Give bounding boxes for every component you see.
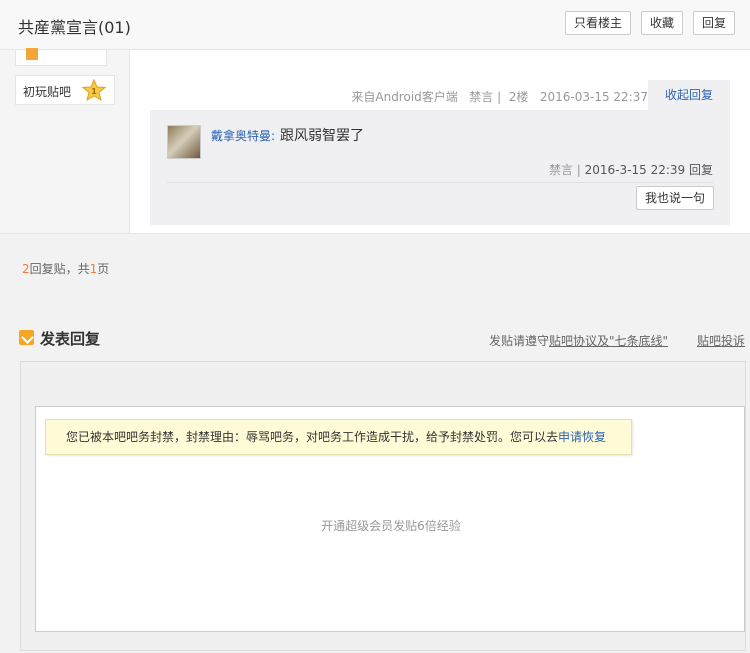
post-content: 来自Android客户端 禁言 | 2楼 2016-03-15 22:37 收起… [130,50,750,233]
thread-header: 共産黨宣言(01) 只看楼主 收藏 回复 [0,0,750,50]
reply-editor[interactable]: 您已被本吧吧务封禁，封禁理由：辱骂吧务，对吧务工作造成干扰，给予封禁处罚。您可以… [35,406,745,632]
ban-notice: 您已被本吧吧务封禁，封禁理由：辱骂吧务，对吧务工作造成干扰，给予封禁处罚。您可以… [45,419,632,455]
sub-reply-user[interactable]: 戴拿奥特曼: [211,127,275,144]
avatar[interactable] [167,125,201,159]
sub-reply-ban-link[interactable]: 禁言 [549,163,573,177]
medal-box [15,48,107,66]
rules-link[interactable]: 贴吧协议及"七条底线" [549,334,668,348]
pager: 2回复贴，共1页 [0,233,750,297]
favorite-button[interactable]: 收藏 [641,11,683,35]
pager-label: 回复贴，共 [29,262,90,276]
pager-label-end: 页 [97,262,110,276]
medal-icon [26,48,38,60]
svg-text:1: 1 [91,87,97,96]
sub-reply-meta: 禁言 | 2016-3-15 22:39 回复 [549,161,713,178]
level-name: 初玩贴吧 [23,85,72,99]
author-column: 初玩贴吧 1 [0,48,130,233]
post-meta: 来自Android客户端 禁言 | 2楼 2016-03-15 22:37 [130,88,648,105]
reply-count: 2 [22,262,30,276]
only-op-button[interactable]: 只看楼主 [565,11,631,35]
thread-title: 共産黨宣言(01) [18,18,131,37]
posting-rules: 发贴请遵守贴吧协议及"七条底线" [489,332,668,349]
pager-text: 2回复贴，共1页 [22,260,109,277]
complaint-link[interactable]: 贴吧投诉 [697,332,745,349]
user-level[interactable]: 初玩贴吧 1 [15,75,115,105]
rules-prefix: 发贴请遵守 [489,334,550,348]
reply-section: 发表回复 发贴请遵守贴吧协议及"七条底线" 贴吧投诉 您已被本吧吧务封禁，封禁理… [0,297,750,653]
level-star-icon: 1 [82,79,106,101]
reply-button[interactable]: 回复 [693,11,735,35]
post-source-link[interactable]: Android客户端 [375,90,457,104]
reply-section-title: 发表回复 [40,330,101,348]
meta-separator: | [497,90,502,104]
post-ban-link[interactable]: 禁言 [469,90,493,104]
sub-reply-text: 跟风弱智罢了 [280,128,364,144]
ban-message: 您已被本吧吧务封禁，封禁理由：辱骂吧务，对吧务工作造成干扰，给予封禁处罚。您可以… [66,430,559,444]
sub-reply-list: 戴拿奥特曼: 跟风弱智罢了 禁言 | 2016-3-15 22:39 回复 我也… [150,110,730,225]
divider [167,182,713,183]
appeal-link[interactable]: 申请恢复 [558,430,606,444]
collapse-replies-button[interactable]: 收起回复 [648,80,730,110]
vip-promo[interactable]: 开通超级会员发贴6倍经验 [36,517,746,534]
edit-icon [19,330,34,345]
sub-reply-time: 2016-3-15 22:39 [584,163,686,177]
post-source-prefix: 来自 [351,90,376,104]
meta-separator: | [576,163,581,177]
sub-reply-reply-link[interactable]: 回复 [689,163,713,177]
add-comment-button[interactable]: 我也说一句 [636,186,714,210]
post-floor: 2楼 [508,90,529,104]
editor-container: 您已被本吧吧务封禁，封禁理由：辱骂吧务，对吧务工作造成干扰，给予封禁处罚。您可以… [20,361,746,651]
post-time: 2016-03-15 22:37 [539,90,648,104]
